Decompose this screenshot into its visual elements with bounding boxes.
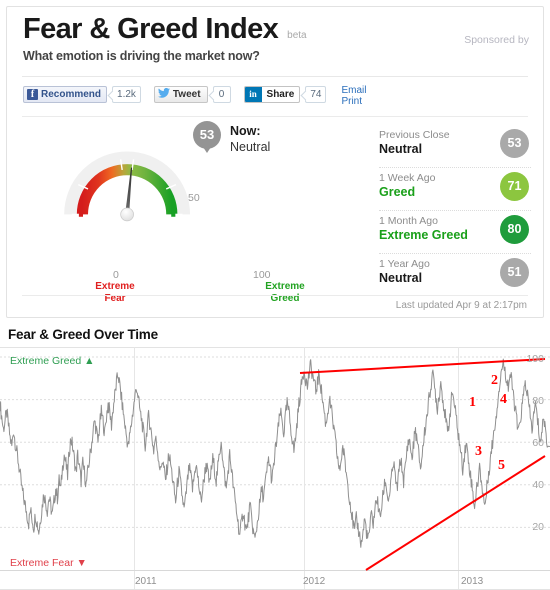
twitter-count-badge: 0 — [212, 86, 231, 103]
chart-ytick-60: 60 — [532, 437, 544, 449]
email-print-links: Email Print — [341, 85, 366, 107]
sponsored-by-label: Sponsored by — [464, 34, 529, 46]
gauge-extreme-fear-label: Extreme Fear — [85, 281, 145, 304]
stat-when: Previous Close — [379, 129, 450, 141]
linkedin-icon: in — [244, 87, 262, 102]
stat-row-previous-close: Previous Close Neutral 53 — [379, 125, 531, 168]
chart-annotation-4: 4 — [500, 392, 507, 407]
widget-header: Fear & Greed Index beta What emotion is … — [7, 7, 543, 77]
twitter-share-group: Tweet 0 — [153, 86, 231, 103]
linkedin-share-button[interactable]: in Share — [243, 86, 301, 103]
page-title: Fear & Greed Index — [23, 13, 279, 45]
gauge-value-bubble: 53 — [193, 121, 221, 153]
chart-annotation-1: 1 — [469, 395, 476, 410]
stat-state: Greed — [379, 185, 416, 199]
chart-annotation-5: 5 — [498, 458, 505, 473]
twitter-tweet-button[interactable]: Tweet — [153, 86, 208, 103]
gauge-max-marker — [171, 207, 176, 217]
print-link[interactable]: Print — [341, 96, 366, 107]
chart-canvas[interactable] — [0, 347, 550, 590]
facebook-icon: f — [27, 89, 38, 100]
footer-divider — [22, 295, 528, 296]
gauge-tick-50: 50 — [188, 192, 200, 204]
stat-when: 1 Year Ago — [379, 258, 430, 270]
gauge-extreme-fear-line1: Extreme — [95, 281, 135, 292]
chart-ytick-40: 40 — [532, 479, 544, 491]
now-label: Now: — [230, 124, 261, 138]
beta-badge: beta — [287, 30, 307, 41]
chart-xtick-2012: 2012 — [303, 576, 326, 587]
stat-when: 1 Week Ago — [379, 172, 436, 184]
stat-value-circle: 71 — [500, 172, 529, 201]
gauge-tick-0: 0 — [113, 269, 119, 281]
linkedin-share-group: in Share 74 — [243, 86, 327, 103]
linkedin-share-label: Share — [266, 89, 295, 100]
gauge-tick-100: 100 — [253, 269, 271, 281]
gauge-panel: 53 Now: Neutral — [23, 120, 363, 290]
stat-state: Neutral — [379, 271, 423, 285]
chart-xtick-2011: 2011 — [135, 576, 157, 587]
facebook-share-group: f Recommend 1.2k — [23, 86, 141, 103]
chart-extreme-greed-tag: Extreme Greed ▲ — [10, 355, 95, 367]
stat-value-circle: 53 — [500, 129, 529, 158]
twitter-bird-icon — [157, 87, 170, 101]
stat-when: 1 Month Ago — [379, 215, 438, 227]
gauge-hub — [120, 207, 134, 222]
chart-extreme-fear-tag: Extreme Fear ▼ — [10, 557, 87, 569]
chart-annotation-3: 3 — [475, 444, 482, 459]
stat-state: Extreme Greed — [379, 228, 468, 242]
email-link[interactable]: Email — [341, 85, 366, 96]
title-row: Fear & Greed Index beta — [23, 15, 307, 44]
header-divider — [22, 76, 528, 77]
chart-ytick-80: 80 — [532, 395, 544, 407]
chart-ytick-20: 20 — [532, 521, 544, 533]
stat-row-1-week-ago: 1 Week Ago Greed 71 — [379, 168, 531, 211]
chart-xtick-2013: 2013 — [461, 576, 484, 587]
social-divider — [22, 116, 528, 117]
social-share-bar: f Recommend 1.2k Tweet 0 in Share 74 Ema… — [23, 85, 366, 110]
now-block: Now: Neutral — [230, 123, 270, 155]
facebook-recommend-label: Recommend — [41, 89, 102, 100]
linkedin-count-badge: 74 — [305, 86, 327, 103]
twitter-tweet-label: Tweet — [172, 89, 201, 100]
gauge-extreme-greed-line1: Extreme — [265, 281, 305, 292]
now-value: Neutral — [230, 140, 271, 154]
page-subtitle: What emotion is driving the market now? — [23, 49, 260, 63]
fear-greed-history-chart: Extreme Greed ▲ Extreme Fear ▼ 100 80 60… — [0, 347, 550, 590]
stat-value-circle: 80 — [500, 215, 529, 244]
fear-greed-widget: Fear & Greed Index beta What emotion is … — [6, 6, 544, 318]
gauge-min-marker — [78, 207, 83, 217]
stat-row-1-month-ago: 1 Month Ago Extreme Greed 80 — [379, 211, 531, 254]
stat-value-circle: 51 — [500, 258, 529, 287]
stat-state: Neutral — [379, 142, 423, 156]
facebook-recommend-button[interactable]: f Recommend — [23, 86, 108, 103]
chart-section-title: Fear & Greed Over Time — [8, 327, 158, 342]
chart-annotation-2: 2 — [491, 373, 498, 388]
stat-row-1-year-ago: 1 Year Ago Neutral 51 — [379, 254, 531, 296]
gauge-extreme-greed-label: Extreme Greed — [255, 281, 315, 304]
chart-ytick-100: 100 — [526, 353, 544, 365]
facebook-count-badge: 1.2k — [112, 86, 141, 103]
historical-stats-list: Previous Close Neutral 53 1 Week Ago Gre… — [379, 125, 531, 296]
last-updated-label: Last updated Apr 9 at 2:17pm — [395, 300, 527, 311]
